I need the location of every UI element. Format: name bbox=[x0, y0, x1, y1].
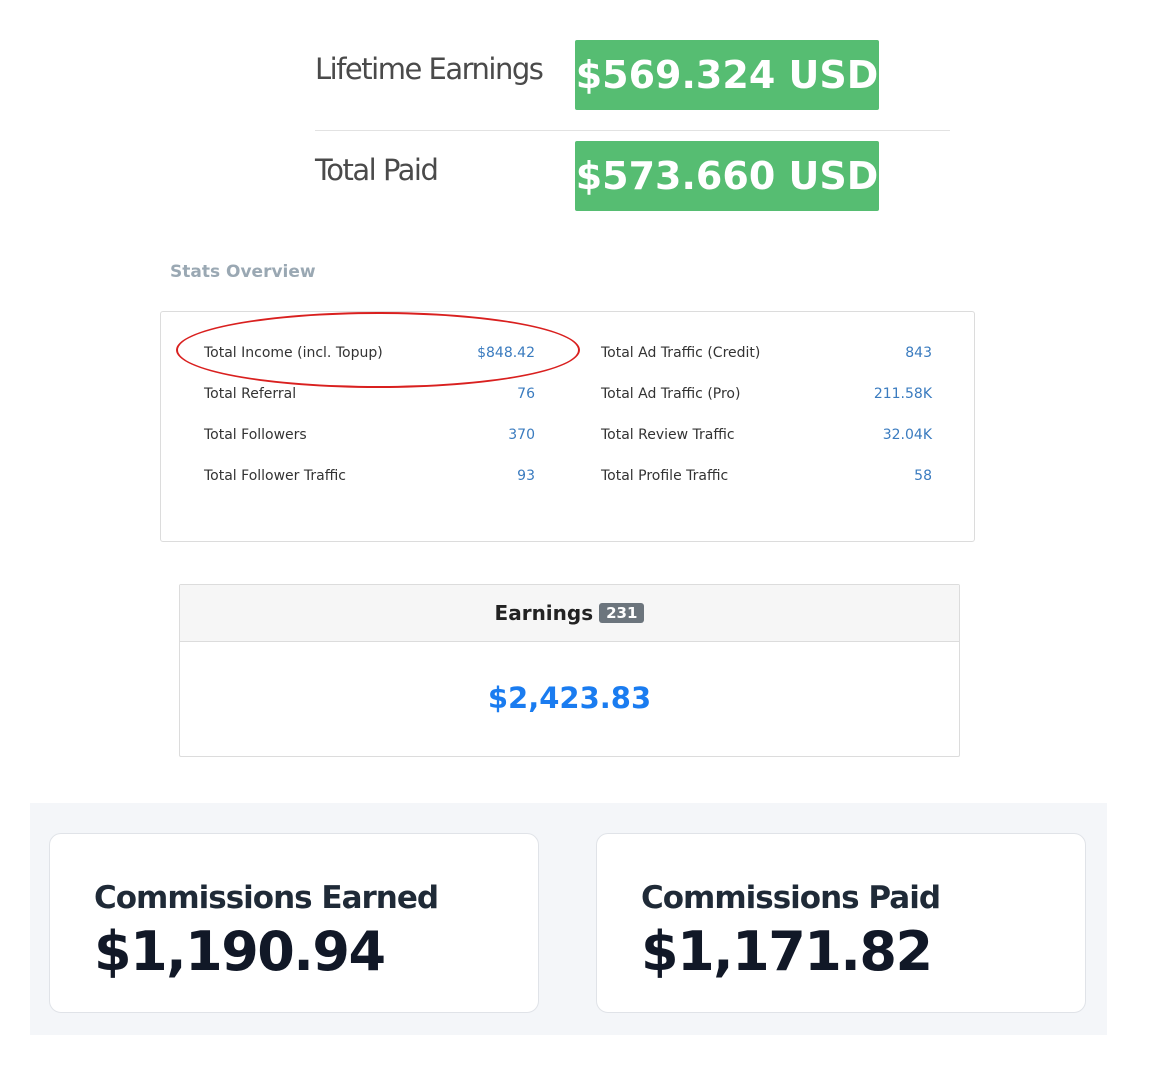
stat-label: Total Referral bbox=[204, 386, 297, 402]
stat-row-review-traffic: Total Review Traffic 32.04K bbox=[601, 427, 932, 447]
stat-value[interactable]: 843 bbox=[905, 345, 932, 361]
lifetime-earnings-badge: $569.324 USD bbox=[575, 40, 879, 110]
stat-row-total-follower-traffic: Total Follower Traffic 93 bbox=[204, 468, 535, 488]
earnings-card: Earnings 231 $2,423.83 bbox=[179, 584, 960, 757]
earnings-card-value: $2,423.83 bbox=[487, 681, 652, 715]
earnings-count-badge: 231 bbox=[599, 603, 645, 623]
stat-row-ad-traffic-credit: Total Ad Traffic (Credit) 843 bbox=[601, 345, 932, 365]
stat-value[interactable]: 211.58K bbox=[874, 386, 932, 402]
total-paid-label: Total Paid bbox=[315, 153, 439, 187]
stat-label: Total Ad Traffic (Credit) bbox=[601, 345, 761, 361]
stat-value[interactable]: 93 bbox=[517, 468, 535, 484]
stat-value[interactable]: 370 bbox=[508, 427, 535, 443]
stat-label: Total Followers bbox=[204, 427, 307, 443]
stat-label: Total Follower Traffic bbox=[204, 468, 346, 484]
commissions-earned-value: $1,190.94 bbox=[94, 920, 386, 983]
total-paid-row: Total Paid $573.660 USD bbox=[315, 131, 950, 221]
commissions-earned-card: Commissions Earned $1,190.94 bbox=[49, 833, 539, 1013]
stat-label: Total Review Traffic bbox=[601, 427, 735, 443]
stat-row-profile-traffic: Total Profile Traffic 58 bbox=[601, 468, 932, 488]
commissions-paid-value: $1,171.82 bbox=[641, 920, 933, 983]
commissions-paid-card: Commissions Paid $1,171.82 bbox=[596, 833, 1086, 1013]
commissions-paid-label: Commissions Paid bbox=[641, 880, 941, 916]
total-paid-badge: $573.660 USD bbox=[575, 141, 879, 211]
stats-overview-title: Stats Overview bbox=[170, 262, 316, 282]
highlight-ellipse bbox=[176, 312, 580, 388]
stat-value[interactable]: 58 bbox=[914, 468, 932, 484]
stat-value[interactable]: 76 bbox=[517, 386, 535, 402]
earnings-card-title: Earnings bbox=[494, 601, 594, 625]
stat-row-total-followers: Total Followers 370 bbox=[204, 427, 535, 447]
stat-label: Total Ad Traffic (Pro) bbox=[601, 386, 741, 402]
commissions-earned-label: Commissions Earned bbox=[94, 880, 439, 916]
stat-row-total-referral: Total Referral 76 bbox=[204, 386, 535, 406]
lifetime-earnings-row: Lifetime Earnings $569.324 USD bbox=[315, 30, 950, 120]
stat-value[interactable]: 32.04K bbox=[883, 427, 932, 443]
stat-label: Total Profile Traffic bbox=[601, 468, 729, 484]
earnings-card-header: Earnings 231 bbox=[180, 585, 959, 642]
lifetime-earnings-label: Lifetime Earnings bbox=[315, 52, 544, 86]
stat-row-ad-traffic-pro: Total Ad Traffic (Pro) 211.58K bbox=[601, 386, 932, 406]
